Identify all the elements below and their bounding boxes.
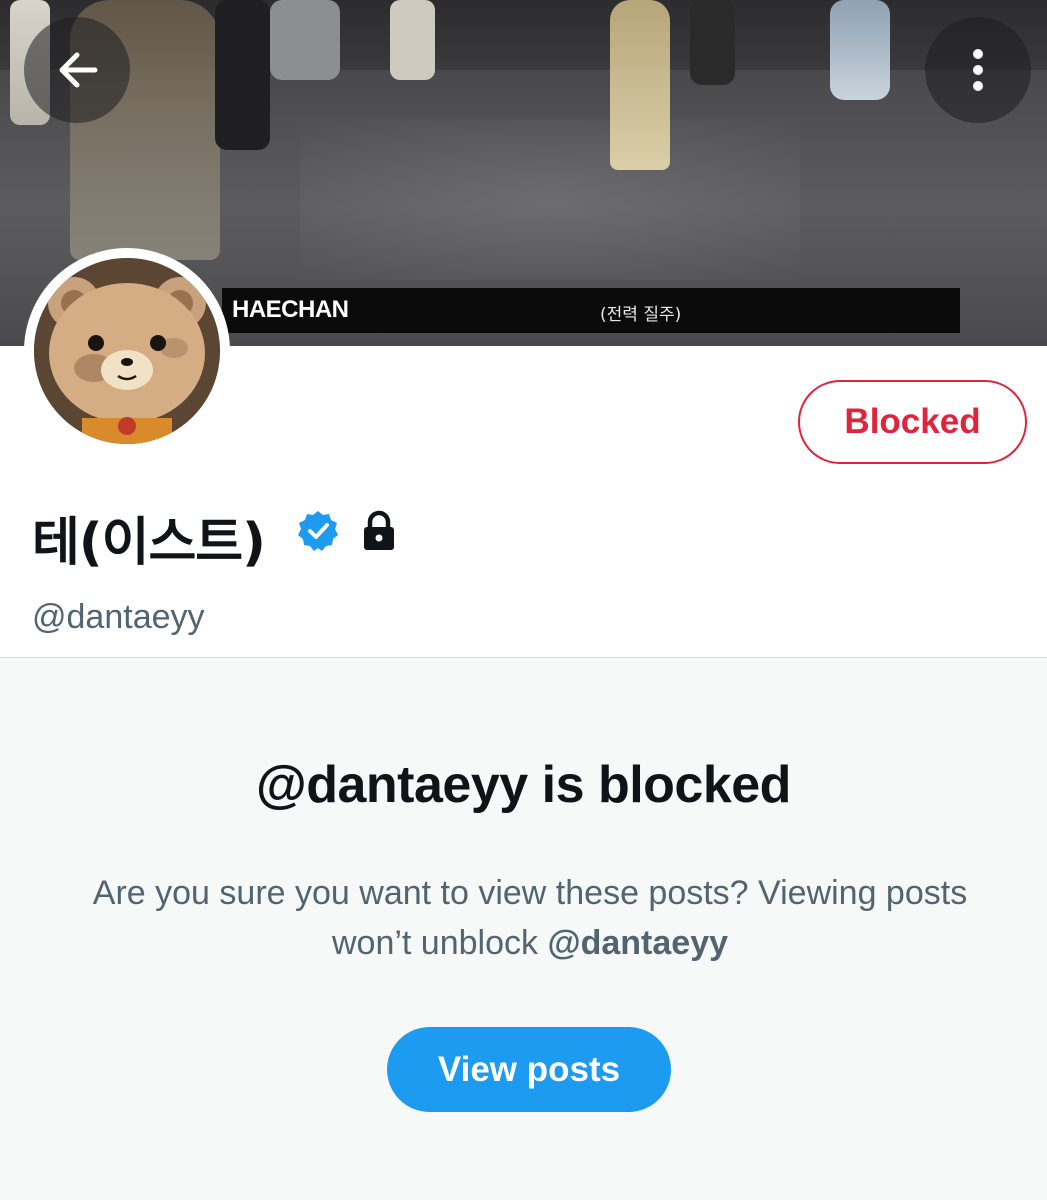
- profile-handle: @dantaeyy: [32, 598, 205, 636]
- blocked-notice-title: @dantaeyy is blocked: [256, 756, 791, 814]
- lock-icon: [361, 510, 397, 557]
- display-name: 테(이스트): [32, 513, 266, 573]
- avatar-bear-image: [34, 258, 220, 444]
- blocked-notice-handle: @dantaeyy: [547, 924, 729, 962]
- blocked-button[interactable]: Blocked: [798, 380, 1027, 464]
- banner-figure: [270, 0, 340, 80]
- banner-figure: [690, 0, 735, 85]
- blocked-notice-text: Are you sure you want to view these post…: [92, 874, 968, 962]
- view-posts-button[interactable]: View posts: [387, 1027, 671, 1112]
- banner-caption-bar: HAECHAN (전력 질주): [222, 288, 960, 333]
- banner-caption-subtitle: (전력 질주): [600, 305, 682, 325]
- banner-figure: [390, 0, 435, 80]
- back-button[interactable]: [24, 17, 130, 123]
- blocked-notice-body: Are you sure you want to view these post…: [60, 868, 1000, 968]
- banner-figure: [215, 0, 270, 150]
- avatar-ring[interactable]: [24, 248, 230, 454]
- arrow-left-icon: [59, 52, 98, 88]
- banner-caption-name: HAECHAN: [232, 296, 349, 323]
- vertical-dots-icon: [973, 49, 983, 91]
- verified-badge-icon[interactable]: [296, 509, 340, 558]
- banner-floor: [300, 120, 800, 280]
- banner-figure: [610, 0, 670, 170]
- banner-figure: [830, 0, 890, 100]
- more-options-button[interactable]: [925, 17, 1031, 123]
- avatar[interactable]: [34, 258, 220, 444]
